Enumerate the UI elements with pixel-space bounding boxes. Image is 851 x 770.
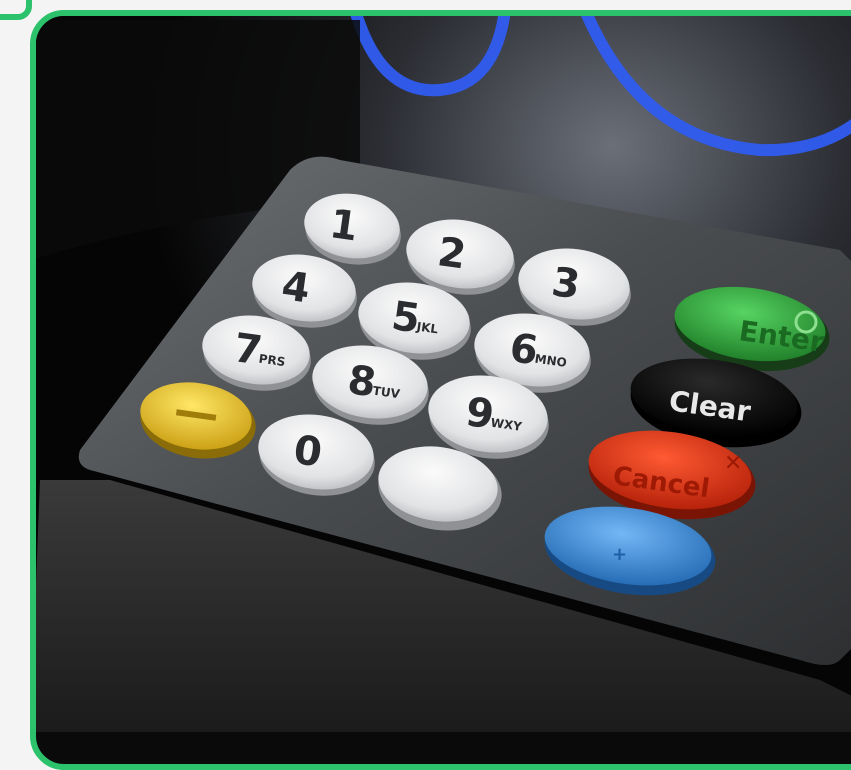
blue-key-symbol-icon: + [612,544,627,565]
photo-frame: 1 2 3 4 5 JKL 6 MNO 7 PRS 8 TUV 9 WXY 0 Enter Clear Ca… [30,10,851,770]
corner-mark [0,0,32,20]
cancel-x-icon: ✕ [724,451,742,476]
payment-terminal-photo: 12345JKL 6MNO7PRS 8TUV 9WXY0 Enter Clear Ca… [36,16,851,732]
